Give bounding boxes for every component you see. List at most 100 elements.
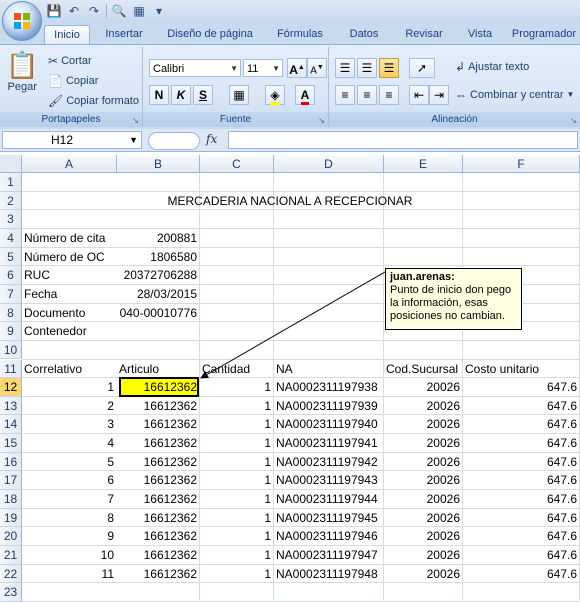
data-cell[interactable]: NA0002311197945 [276,511,381,527]
tab-vista[interactable]: Vista [460,25,500,44]
chart-icon[interactable]: ▦ [131,3,147,19]
italic-button[interactable]: K [171,85,191,105]
data-cell[interactable]: NA0002311197946 [276,529,381,545]
data-cell[interactable]: 1 [202,511,271,527]
align-top-button[interactable]: ☰ [335,58,355,78]
data-cell[interactable]: 16612362 [119,511,197,527]
data-cell[interactable]: NA0002311197947 [276,548,381,564]
data-cell[interactable]: NA0002311197941 [276,436,381,452]
data-cell[interactable]: 16612362 [119,380,197,396]
data-cell[interactable]: 20026 [386,529,460,545]
data-cell[interactable]: 20026 [386,436,460,452]
redo-icon[interactable]: ↷ [86,3,102,19]
column-header-e[interactable]: E [384,155,463,173]
info-value-cell[interactable]: 28/03/2015 [119,287,197,303]
data-cell[interactable]: 16612362 [119,399,197,415]
wrap-text-button[interactable]: ↲ Ajustar texto [455,59,529,75]
align-center-button[interactable]: ≡ [357,85,377,105]
data-cell[interactable]: 1 [202,399,271,415]
data-cell[interactable]: NA0002311197938 [276,380,381,396]
data-cell[interactable]: NA0002311197943 [276,473,381,489]
data-cell[interactable]: 16612362 [119,436,197,452]
header-cell[interactable]: Cantidad [202,362,271,378]
data-cell[interactable]: 16612362 [119,455,197,471]
row-header-14[interactable]: 14 [0,415,22,435]
row-header-20[interactable]: 20 [0,527,22,546]
row-header-18[interactable]: 18 [0,490,22,509]
data-cell[interactable]: 20026 [386,548,460,564]
tab-datos[interactable]: Datos [340,25,388,44]
paste-button[interactable]: 📋 Pegar [6,51,38,93]
font-color-button[interactable]: A [295,85,315,105]
info-label-cell[interactable]: RUC [24,268,114,284]
underline-button[interactable]: S [193,85,213,105]
tab-revisar[interactable]: Revisar [398,25,450,44]
data-cell[interactable]: 647.6 [465,529,577,545]
row-header-1[interactable]: 1 [0,173,22,192]
data-cell[interactable]: 20026 [386,511,460,527]
tab-programador[interactable]: Programador [508,25,580,44]
borders-button[interactable]: ▦ [229,85,249,105]
data-cell[interactable]: 20026 [386,567,460,583]
info-label-cell[interactable]: Número de OC [24,250,114,266]
dialog-launcher-icon[interactable]: ↘ [131,116,140,125]
data-cell[interactable]: 20026 [386,473,460,489]
data-cell[interactable]: 16612362 [119,473,197,489]
tab-formulas[interactable]: Fórmulas [270,25,330,44]
tab-diseno-pagina[interactable]: Diseño de página [160,25,260,44]
row-header-2[interactable]: 2 [0,191,22,211]
data-cell[interactable]: NA0002311197940 [276,417,381,433]
data-cell[interactable]: 20026 [386,380,460,396]
column-header-d[interactable]: D [274,155,384,173]
row-header-3[interactable]: 3 [0,210,22,229]
data-cell[interactable]: 20026 [386,417,460,433]
data-cell[interactable]: 1 [202,529,271,545]
data-cell[interactable]: 16612362 [119,567,197,583]
data-cell[interactable]: 10 [24,548,114,564]
row-header-11[interactable]: 11 [0,359,22,379]
row-header-21[interactable]: 21 [0,546,22,565]
row-header-10[interactable]: 10 [0,340,22,360]
data-cell[interactable]: 16612362 [119,529,197,545]
data-cell[interactable]: 16612362 [119,548,197,564]
data-cell[interactable]: 647.6 [465,548,577,564]
data-cell[interactable]: 647.6 [465,380,577,396]
format-painter-button[interactable]: 🖌 Copiar formato [48,93,139,109]
select-all-corner[interactable] [0,155,22,173]
cut-button[interactable]: ✂ Cortar [48,53,92,69]
data-cell[interactable]: 8 [24,511,114,527]
info-label-cell[interactable]: Documento [24,306,114,322]
info-value-cell[interactable]: 1806580 [119,250,197,266]
row-header-23[interactable]: 23 [0,583,22,602]
font-size-combo[interactable]: 11 ▼ [243,59,283,77]
print-preview-icon[interactable]: 🔍 [111,3,127,19]
insert-function-icon[interactable]: fx [206,132,217,146]
data-cell[interactable]: 4 [24,436,114,452]
data-cell[interactable]: 647.6 [465,511,577,527]
data-cell[interactable]: 20026 [386,455,460,471]
formula-bar-expand-control[interactable] [148,132,200,150]
header-cell[interactable]: Articulo [119,362,197,378]
row-header-19[interactable]: 19 [0,508,22,528]
data-cell[interactable]: 1 [202,380,271,396]
info-label-cell[interactable]: Fecha [24,287,114,303]
row-header-4[interactable]: 4 [0,228,22,248]
data-cell[interactable]: 1 [202,548,271,564]
data-cell[interactable]: 7 [24,492,114,508]
office-button[interactable] [2,1,42,41]
column-header-a[interactable]: A [22,155,117,173]
data-cell[interactable]: 5 [24,455,114,471]
info-value-cell[interactable]: 040-00010776 [119,306,197,322]
row-header-6[interactable]: 6 [0,266,22,285]
decrease-indent-button[interactable]: ⇤ [409,85,429,105]
data-cell[interactable]: 1 [202,473,271,489]
align-middle-button[interactable]: ☰ [357,58,377,78]
data-cell[interactable]: 9 [24,529,114,545]
copy-button[interactable]: 📄 Copiar [48,73,98,89]
dialog-launcher-icon[interactable]: ↘ [317,116,326,125]
data-cell[interactable]: NA0002311197948 [276,567,381,583]
data-cell[interactable]: 1 [202,436,271,452]
row-header-16[interactable]: 16 [0,452,22,472]
row-header-13[interactable]: 13 [0,396,22,416]
column-header-b[interactable]: B [117,155,200,173]
